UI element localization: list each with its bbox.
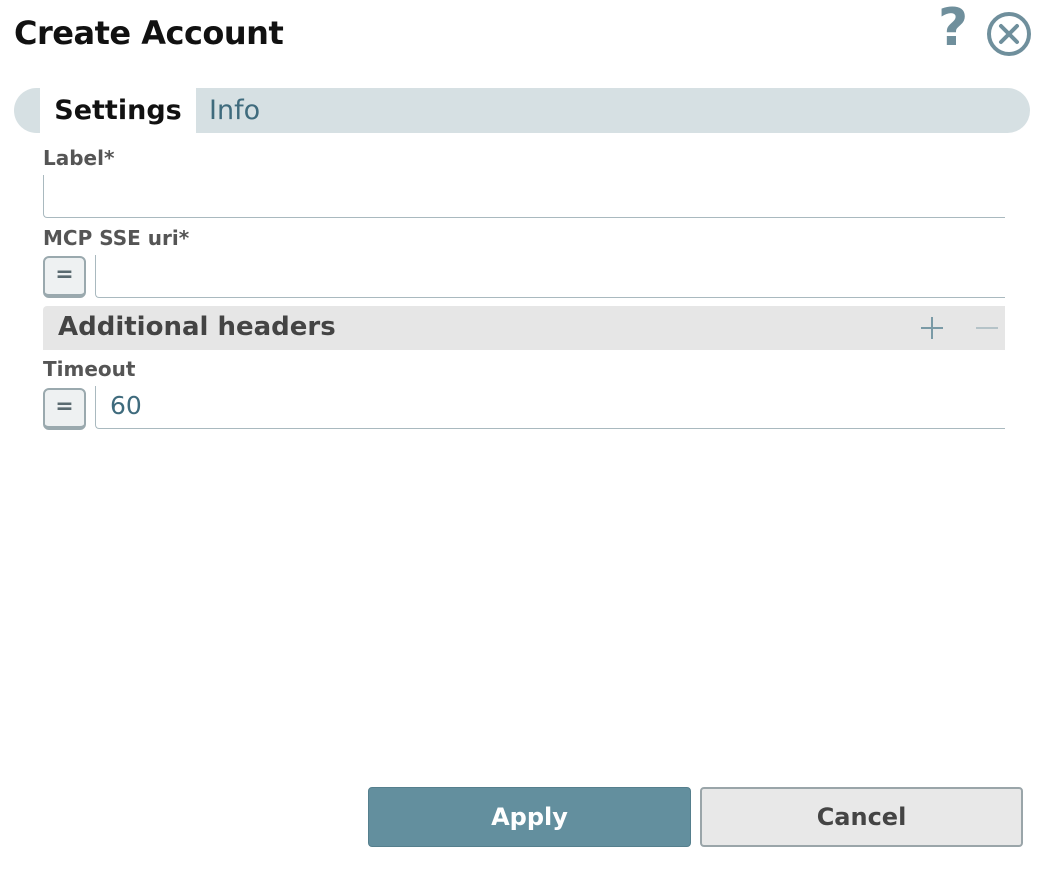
- uri-input[interactable]: [95, 255, 1005, 298]
- timeout-expression-toggle-button[interactable]: =: [43, 388, 86, 430]
- additional-headers-section: Additional headers: [43, 306, 1005, 350]
- minus-icon[interactable]: [975, 316, 999, 340]
- tab-info[interactable]: Info: [209, 88, 260, 133]
- close-icon[interactable]: [986, 11, 1032, 57]
- create-account-dialog: Create Account ? Settings Info Label* MC…: [0, 0, 1056, 880]
- tab-bar: Settings Info: [14, 88, 1030, 133]
- plus-icon[interactable]: [920, 316, 944, 340]
- dialog-title: Create Account: [14, 14, 284, 52]
- label-input[interactable]: [43, 175, 1005, 218]
- label-field-label: Label*: [43, 146, 115, 170]
- cancel-button[interactable]: Cancel: [700, 787, 1023, 847]
- help-icon[interactable]: ?: [938, 2, 968, 54]
- uri-field-label: MCP SSE uri*: [43, 226, 190, 250]
- timeout-input[interactable]: 60: [95, 386, 1005, 429]
- additional-headers-title: Additional headers: [58, 312, 336, 342]
- tab-settings[interactable]: Settings: [40, 88, 196, 133]
- timeout-field-label: Timeout: [43, 357, 136, 381]
- uri-expression-toggle-button[interactable]: =: [43, 256, 86, 298]
- apply-button[interactable]: Apply: [368, 787, 691, 847]
